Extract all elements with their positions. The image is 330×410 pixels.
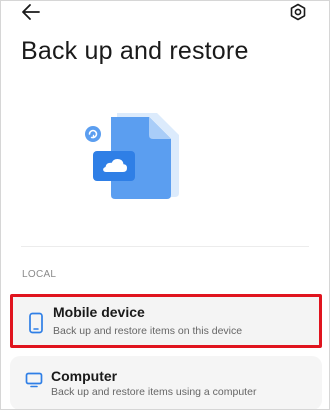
settings-button[interactable] [289, 3, 307, 21]
mobile-device-subtitle: Back up and restore items on this device [53, 325, 243, 337]
arrow-left-icon [22, 4, 40, 20]
section-label-local: LOCAL [22, 269, 57, 280]
back-button[interactable] [21, 3, 41, 21]
computer-title: Computer [51, 368, 118, 384]
backup-restore-screen: Back up and restore LOCAL Mobile device … [0, 0, 330, 410]
mobile-device-option[interactable]: Mobile device Back up and restore items … [10, 294, 322, 348]
phone-icon [27, 312, 45, 334]
mobile-device-title: Mobile device [53, 304, 145, 320]
backup-file-illustration [81, 107, 191, 207]
monitor-icon [25, 372, 43, 388]
computer-subtitle: Back up and restore items using a comput… [51, 386, 257, 398]
page-title: Back up and restore [21, 37, 249, 65]
gear-icon [290, 3, 306, 21]
computer-option[interactable]: Computer Back up and restore items using… [10, 356, 322, 409]
section-divider [21, 246, 309, 247]
